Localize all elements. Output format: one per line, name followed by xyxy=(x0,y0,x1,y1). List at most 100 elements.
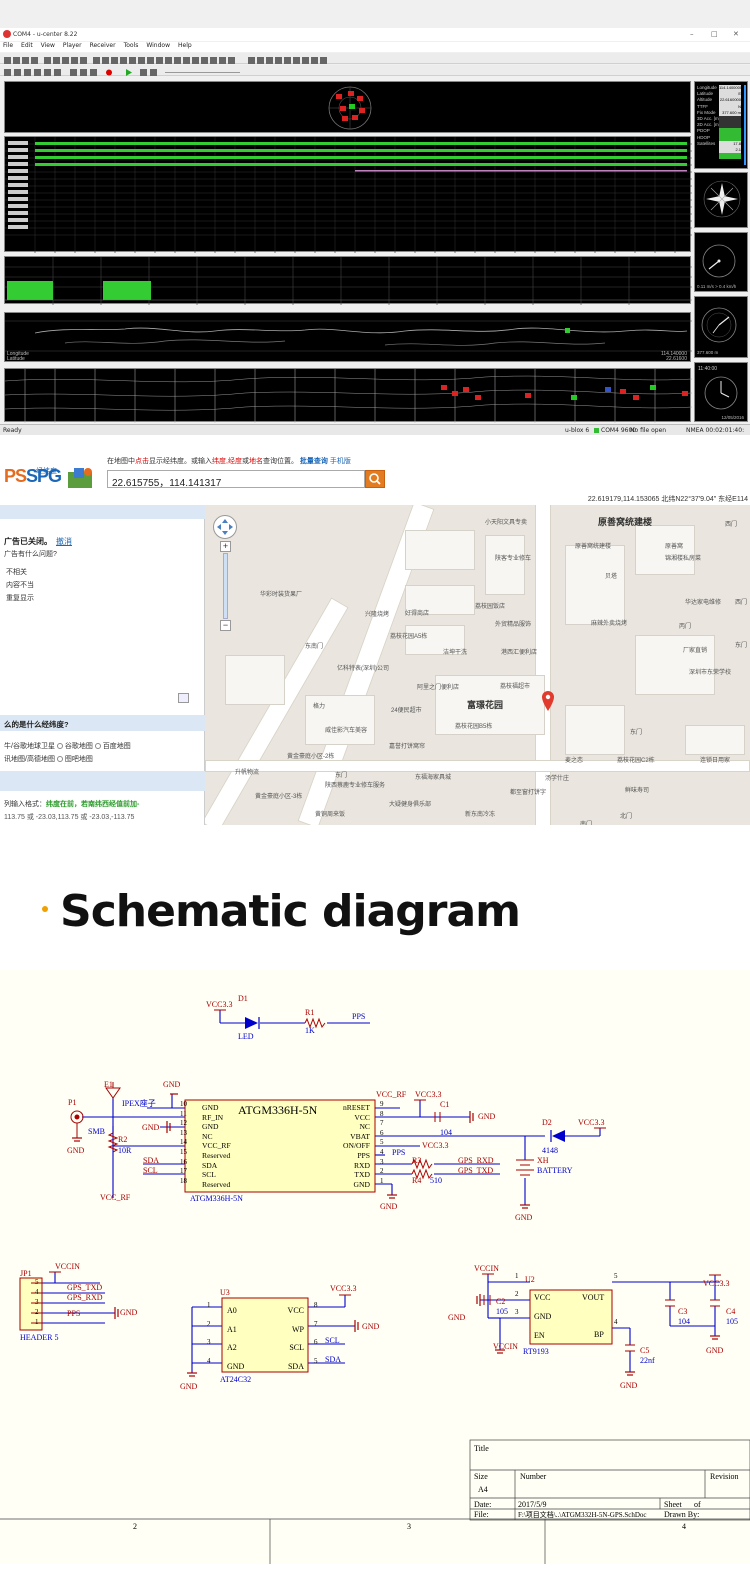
map-label[interactable]: 小天阳文具专卖 xyxy=(485,517,527,526)
map-label[interactable]: 阿里之门便利店 xyxy=(417,682,459,691)
menu-receiver[interactable]: Receiver xyxy=(90,42,116,49)
close-icon[interactable]: ✕ xyxy=(733,30,739,38)
deviation-map-panel[interactable] xyxy=(4,368,693,423)
radio-google-map[interactable] xyxy=(56,743,63,750)
map-label[interactable]: 陕客专业修车 xyxy=(495,553,531,562)
map-label[interactable]: 麦之恋 xyxy=(565,755,583,764)
player-toolbar-icons[interactable] xyxy=(0,67,750,78)
map-label[interactable]: 新东南冷冻 xyxy=(465,809,495,818)
ad-undo-link[interactable]: 撤消 xyxy=(56,536,72,547)
map-label[interactable]: 荔枝花园C2栋 xyxy=(617,755,655,764)
radio-baidu-map[interactable] xyxy=(94,743,101,750)
map-label[interactable]: 好得商店 xyxy=(405,608,429,617)
data-view-panel[interactable]: Longitude Latitude Altitude TTFF Fix Mode 3D … xyxy=(694,81,748,169)
ad-option-irrelevant[interactable]: 不相关 xyxy=(6,567,27,577)
menu-edit[interactable]: Edit xyxy=(21,42,33,49)
clock-panel[interactable]: 11:40:00 12/05/2016 xyxy=(694,362,748,422)
map-label[interactable]: 华彩时装货果厂 xyxy=(260,589,302,598)
map-label[interactable]: 东门 xyxy=(630,727,642,736)
map-label[interactable]: 黄金豪庭小区-3栋 xyxy=(255,791,302,800)
map-label[interactable]: 荔枝花园A5栋 xyxy=(390,631,427,640)
altimeter-panel[interactable]: 377.600 m xyxy=(694,296,748,358)
map-label[interactable]: 外贸精品服饰 xyxy=(495,619,531,628)
world-map-panel[interactable]: Longitude Latitude 114.140000 22.61600 xyxy=(4,312,692,362)
map-label[interactable]: 连锁日用家 xyxy=(700,755,730,764)
map-label[interactable]: 升帆物流 xyxy=(235,767,259,776)
map-label[interactable]: 汤学什庄 xyxy=(545,773,569,782)
map-label[interactable]: 陕西蔡鹿专业修车服务 xyxy=(325,780,385,789)
compass-panel[interactable] xyxy=(694,172,748,228)
map-label[interactable]: 丙门 xyxy=(679,621,691,630)
map-label[interactable]: 西门 xyxy=(735,597,747,606)
map-label[interactable]: 南门 xyxy=(580,819,592,825)
map-label[interactable]: 兴隆烧烤 xyxy=(365,609,389,618)
menu-file[interactable]: File xyxy=(3,42,13,49)
map-label[interactable]: 亿科特表(深圳)公司 xyxy=(337,663,389,672)
map-label[interactable]: 鲜味寿司 xyxy=(625,785,649,794)
map-label[interactable]: 黄铜周来饭 xyxy=(315,809,345,818)
search-button[interactable] xyxy=(365,470,385,488)
coordinate-search-input[interactable]: 22.615755，114.141317 xyxy=(107,470,365,489)
signal-strength-panel[interactable] xyxy=(4,136,692,253)
menu-view[interactable]: View xyxy=(41,42,55,49)
map-label[interactable]: 荔枝福超市 xyxy=(500,681,530,690)
menu-tools[interactable]: Tools xyxy=(124,42,139,49)
compass-icon xyxy=(703,180,741,218)
data-view-scrollbar[interactable] xyxy=(744,85,746,165)
u3-left-pin-names: A0 A1 A2 GND xyxy=(227,1306,245,1371)
map-option-tuba[interactable]: 图吧地图 xyxy=(65,756,93,763)
zoom-out-button[interactable]: − xyxy=(220,620,231,631)
map-label[interactable]: 东南门 xyxy=(305,641,323,650)
pan-control[interactable] xyxy=(213,515,237,539)
map-label[interactable]: 原善窝统建楼 xyxy=(575,541,611,550)
map-label[interactable]: 东门 xyxy=(735,640,747,649)
map-label[interactable]: 华达家电维修 xyxy=(685,597,721,606)
radio-tuba-map[interactable] xyxy=(56,756,63,763)
menu-window[interactable]: Window xyxy=(146,42,170,49)
map-label[interactable]: 荔枝花园B5栋 xyxy=(455,721,492,730)
map-label[interactable]: 洁坤干洗 xyxy=(443,647,467,656)
map-label[interactable]: 大疑健身俱乐部 xyxy=(389,799,431,808)
map-option-gaode[interactable]: 讯地图/高德地图 xyxy=(4,756,55,763)
map-label[interactable]: 东门 xyxy=(335,770,347,779)
map-option-baidu-map[interactable]: 百度地图 xyxy=(103,743,131,750)
ad-option-repeated[interactable]: 重复显示 xyxy=(6,593,34,603)
map-label[interactable]: 麻辣外卖烧烤 xyxy=(591,618,627,627)
ad-option-inappropriate[interactable]: 内容不当 xyxy=(6,580,34,590)
zoom-in-button[interactable]: + xyxy=(220,541,231,552)
histogram-panel[interactable] xyxy=(4,256,692,305)
mobile-version-link[interactable]: 手机版 xyxy=(330,458,351,465)
map-label[interactable]: 原善窝 xyxy=(665,541,683,550)
map-label[interactable]: 荔枝园饭店 xyxy=(475,601,505,610)
map-label[interactable]: 黄金豪庭小区-2栋 xyxy=(287,751,334,760)
map-label[interactable]: 威佳影汽车美容 xyxy=(325,725,367,734)
map-label[interactable]: 贝塔 xyxy=(605,571,617,580)
map-label[interactable]: 都至窗打饼字 xyxy=(510,787,546,796)
sky-view-panel[interactable] xyxy=(4,81,691,133)
map-label[interactable]: 格力 xyxy=(313,701,325,710)
map-label[interactable]: 厂家直销 xyxy=(683,645,707,654)
map-label[interactable]: 富璟花园 xyxy=(467,698,503,711)
batch-query-link[interactable]: 批量查询 xyxy=(300,458,328,465)
menu-player[interactable]: Player xyxy=(63,42,82,49)
minimize-icon[interactable]: – xyxy=(690,30,694,38)
map-option-google-map[interactable]: 谷歌地图 xyxy=(65,743,93,750)
map-label[interactable]: 北门 xyxy=(620,811,632,820)
menu-help[interactable]: Help xyxy=(178,42,192,49)
main-toolbar[interactable] xyxy=(0,53,750,64)
map-option-google-earth[interactable]: 牛/谷歌地球卫星 xyxy=(4,743,55,750)
map-label[interactable]: 嘉誉打饼窝帘 xyxy=(389,741,425,750)
map-label[interactable]: 原善窝统建楼 xyxy=(598,515,652,528)
map-label[interactable]: 锦湘楼私房菜 xyxy=(665,553,701,562)
map-viewport[interactable]: + − 原善窝统建楼 富璟花园 华彩时装货果厂 东南门 亿科特表(深圳)公司 阿… xyxy=(205,505,750,825)
map-label[interactable]: 24便民超市 xyxy=(391,705,422,714)
player-toolbar[interactable] xyxy=(0,65,750,76)
map-block xyxy=(565,705,625,755)
map-label[interactable]: 深圳市东荣学校 xyxy=(689,667,731,676)
speedometer-panel[interactable]: 0.11 m/s > 0.4 km/h xyxy=(694,232,748,292)
zoom-slider[interactable] xyxy=(223,553,228,619)
map-label[interactable]: 港西汇便利店 xyxy=(501,647,537,656)
map-label[interactable]: 西门 xyxy=(725,519,737,528)
map-label[interactable]: 东福海家具城 xyxy=(415,772,451,781)
maximize-icon[interactable]: □ xyxy=(711,30,718,38)
